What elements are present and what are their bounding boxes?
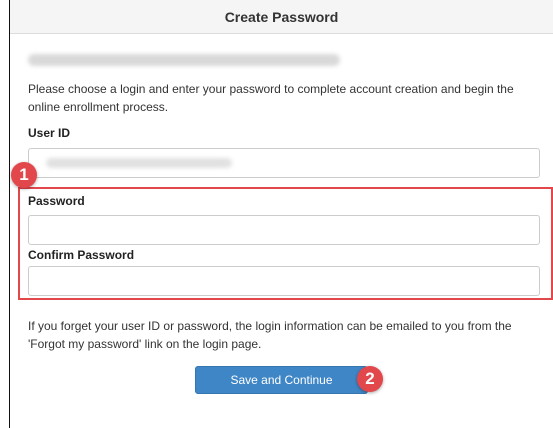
panel-header: Create Password — [10, 0, 553, 34]
password-label: Password — [28, 194, 85, 208]
blurred-email-text — [28, 54, 340, 66]
forgot-password-note: If you forget your user ID or password, … — [28, 319, 512, 351]
confirm-password-label: Confirm Password — [28, 248, 135, 262]
password-field[interactable] — [28, 215, 540, 245]
confirm-password-field[interactable] — [28, 266, 540, 296]
create-password-panel: Create Password Please choose a login an… — [9, 0, 553, 428]
save-and-continue-button[interactable]: Save and Continue — [195, 366, 368, 394]
user-id-label: User ID — [28, 126, 71, 140]
callout-badge-2: 2 — [357, 366, 383, 392]
callout-badge-1: 1 — [11, 162, 37, 188]
blurred-user-id-value — [46, 158, 232, 168]
page-title: Create Password — [224, 8, 339, 25]
intro-text: Please choose a login and enter your pas… — [28, 82, 514, 114]
